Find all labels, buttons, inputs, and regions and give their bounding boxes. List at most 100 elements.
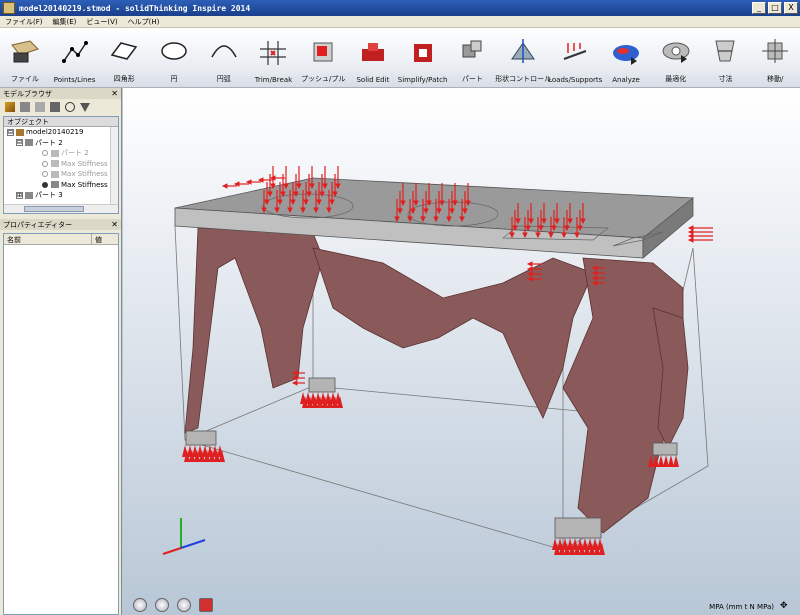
tree-node-part3[interactable]: ⊞ パート 3 — [4, 190, 118, 201]
model-browser-title: モデルブラウザ — [3, 89, 52, 98]
optimized-structure — [184, 227, 689, 534]
tree-node-label: パート 2 — [35, 138, 63, 147]
property-editor-title: プロパティエディター — [3, 220, 73, 229]
tree-node-max-stiffness-3[interactable]: Max Stiffness — [4, 180, 118, 191]
radio-icon[interactable] — [42, 150, 48, 157]
tree-node-part2-sub[interactable]: パート 2 — [4, 148, 118, 159]
load-arrow-icon — [245, 179, 261, 185]
tab-objects[interactable]: オブジェクト — [4, 117, 118, 127]
load-arrow-icon — [309, 166, 315, 190]
collapse-icon[interactable]: ⊟ — [16, 139, 23, 147]
tree-node-model[interactable]: ⊟ model20140219 — [4, 127, 118, 138]
expand-icon[interactable]: ⊞ — [16, 191, 23, 199]
minimize-button[interactable]: _ — [752, 2, 766, 14]
model-tree: オブジェクト ⊟ model20140219 ⊟ パート 2 パート 2 Max… — [3, 116, 119, 214]
col-name[interactable]: 名前 — [4, 234, 92, 244]
tree-node-max-stiffness-2[interactable]: Max Stiffness — [4, 169, 118, 180]
collapse-icon[interactable]: ⊟ — [7, 128, 14, 136]
part-group-icon[interactable] — [35, 102, 45, 112]
push-pull-icon — [313, 42, 333, 62]
tree-node-part2[interactable]: ⊟ パート 2 — [4, 138, 118, 149]
load-arrow-icon — [283, 166, 289, 190]
loads-supports-icon — [563, 43, 587, 60]
property-editor-header: プロパティエディター ✕ — [0, 219, 121, 230]
support-cone-icon — [663, 455, 669, 467]
tool-circle[interactable]: 円 — [149, 28, 199, 88]
zoom-in-icon[interactable] — [133, 598, 147, 612]
3d-viewport[interactable]: MPA (mm t N MPa) ✥ — [123, 88, 800, 615]
view-controls — [133, 598, 213, 612]
ribbon-toolbar: ファイル Points/Lines 四角形 円 円弧 Trim/Break プッ… — [0, 28, 800, 88]
load-arrow-icon — [257, 177, 273, 183]
radio-selected-icon[interactable] — [42, 181, 48, 188]
tool-solid-edit[interactable]: Solid Edit — [348, 28, 398, 88]
tree-horizontal-scrollbar[interactable] — [4, 204, 118, 213]
menu-edit[interactable]: 編集(E) — [48, 17, 82, 27]
tool-trim-break[interactable]: Trim/Break — [249, 28, 299, 88]
part-filter-icon[interactable] — [20, 102, 30, 112]
load-arrow-icon — [335, 166, 341, 190]
close-icon[interactable]: ✕ — [111, 89, 118, 98]
part-icon — [25, 139, 33, 147]
dimension-icon — [715, 40, 736, 62]
load-arrow-icon — [687, 233, 713, 239]
stop-icon[interactable] — [199, 598, 213, 612]
load-arrow-icon — [296, 166, 302, 190]
scroll-thumb[interactable] — [24, 206, 84, 212]
tree-node-label: Max Stiffness — [61, 159, 108, 168]
tool-optimize[interactable]: 最適化 — [651, 28, 701, 88]
optimize-icon — [662, 42, 690, 63]
load-arrow-icon — [233, 181, 249, 187]
tool-rectangle[interactable]: 四角形 — [99, 28, 149, 88]
load-arrow-icon — [291, 375, 305, 381]
tool-move[interactable]: 移動/ — [750, 28, 800, 88]
tree-node-label: パート 2 — [61, 149, 89, 158]
analyze-icon — [613, 45, 640, 65]
model-browser-header: モデルブラウザ ✕ — [0, 88, 121, 99]
load-arrow-icon — [221, 183, 237, 189]
load-arrow-icon — [687, 225, 713, 231]
radio-icon[interactable] — [42, 160, 48, 167]
close-icon[interactable]: ✕ — [111, 220, 118, 229]
property-table-header: 名前 値 — [4, 234, 118, 245]
maximize-button[interactable]: □ — [768, 2, 782, 14]
tool-dimension[interactable]: 寸法 — [701, 28, 751, 88]
units-status[interactable]: MPA (mm t N MPa) — [709, 603, 774, 611]
tree-vertical-scrollbar[interactable] — [110, 127, 118, 204]
pin-icon[interactable] — [50, 102, 60, 112]
arc-icon — [211, 45, 237, 58]
tool-points-lines[interactable]: Points/Lines — [50, 28, 100, 88]
tool-loads-supports[interactable]: Loads/Supports — [548, 28, 602, 88]
tool-shape-control[interactable]: 形状コントロール — [495, 28, 551, 88]
tree-node-label: model20140219 — [26, 128, 84, 137]
points-lines-icon — [61, 41, 88, 63]
tree-node-max-stiffness-1[interactable]: Max Stiffness — [4, 159, 118, 170]
tool-analyze[interactable]: Analyze — [601, 28, 651, 88]
load-arrow-icon — [687, 237, 713, 243]
zoom-fit-icon[interactable] — [155, 598, 169, 612]
wand-icon[interactable] — [5, 102, 15, 112]
col-value[interactable]: 値 — [92, 234, 105, 244]
menu-file[interactable]: ファイル(F) — [0, 17, 48, 27]
search-icon[interactable] — [65, 102, 75, 112]
tree-node-label: パート 3 — [35, 191, 63, 200]
tool-simplify-patch[interactable]: Simplify/Patch — [398, 28, 448, 88]
app-icon — [3, 2, 15, 14]
part-icon — [462, 40, 482, 58]
menu-help[interactable]: ヘルプ(H) — [123, 17, 165, 27]
tool-push-pull[interactable]: プッシュ/プル — [298, 28, 348, 88]
file-folder-icon — [10, 40, 39, 63]
filter-icon[interactable] — [80, 102, 90, 112]
close-button[interactable]: X — [784, 2, 798, 14]
view-orient-icon[interactable] — [177, 598, 191, 612]
rectangle-icon — [111, 42, 138, 60]
resize-grip-icon[interactable]: ✥ — [780, 601, 790, 611]
tool-part[interactable]: パート — [447, 28, 497, 88]
model-render[interactable] — [123, 88, 800, 615]
part-icon — [51, 149, 59, 157]
radio-icon[interactable] — [42, 171, 48, 178]
tool-arc[interactable]: 円弧 — [199, 28, 249, 88]
tool-file[interactable]: ファイル — [0, 28, 50, 88]
move-icon — [762, 39, 789, 63]
menu-view[interactable]: ビュー(V) — [81, 17, 122, 27]
